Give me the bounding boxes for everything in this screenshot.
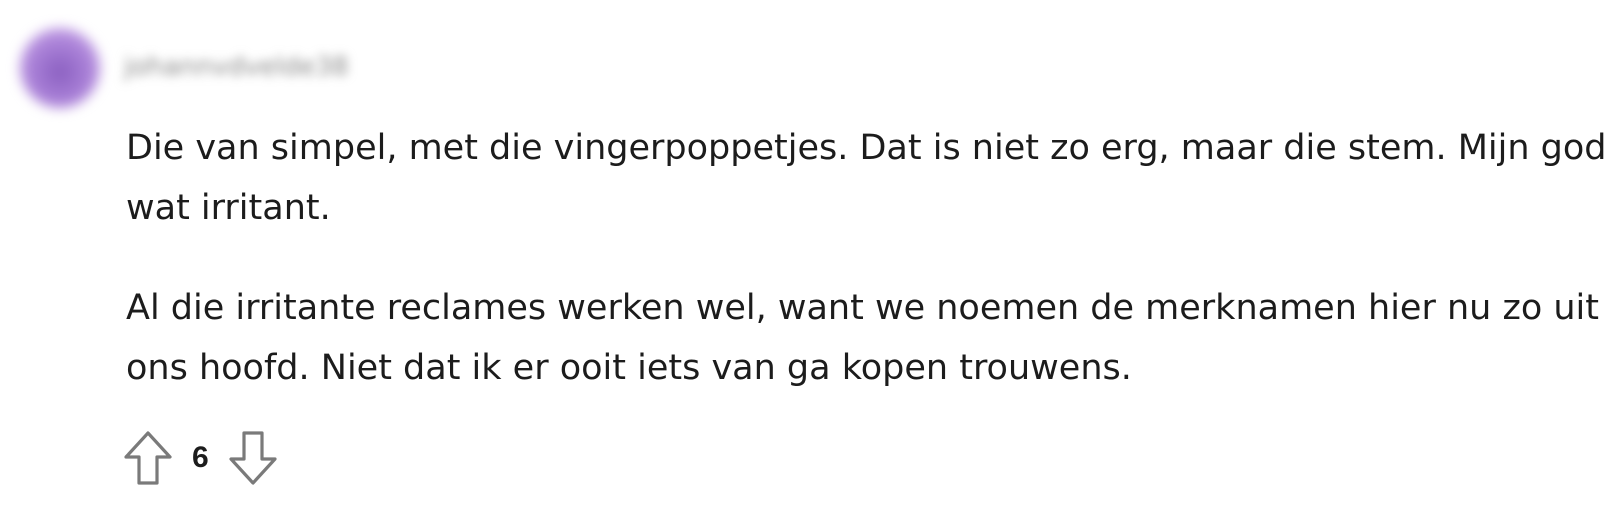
avatar[interactable] xyxy=(20,28,100,108)
downvote-button[interactable] xyxy=(225,428,281,488)
comment-paragraph-2: Al die irritante reclames werken wel, wa… xyxy=(126,288,1600,388)
downvote-arrow-icon xyxy=(229,431,277,485)
comment-body: Die van simpel, met die vingerpoppetjes.… xyxy=(126,118,1624,438)
username[interactable]: johannvdvelde38 xyxy=(124,52,349,82)
comment-paragraph-1: Die van simpel, met die vingerpoppetjes.… xyxy=(126,128,1607,228)
upvote-arrow-icon xyxy=(124,431,172,485)
vote-score: 6 xyxy=(192,441,209,474)
upvote-button[interactable] xyxy=(120,428,176,488)
vote-bar: 6 xyxy=(120,428,281,488)
comment: johannvdvelde38 Die van simpel, met die … xyxy=(0,0,1624,518)
